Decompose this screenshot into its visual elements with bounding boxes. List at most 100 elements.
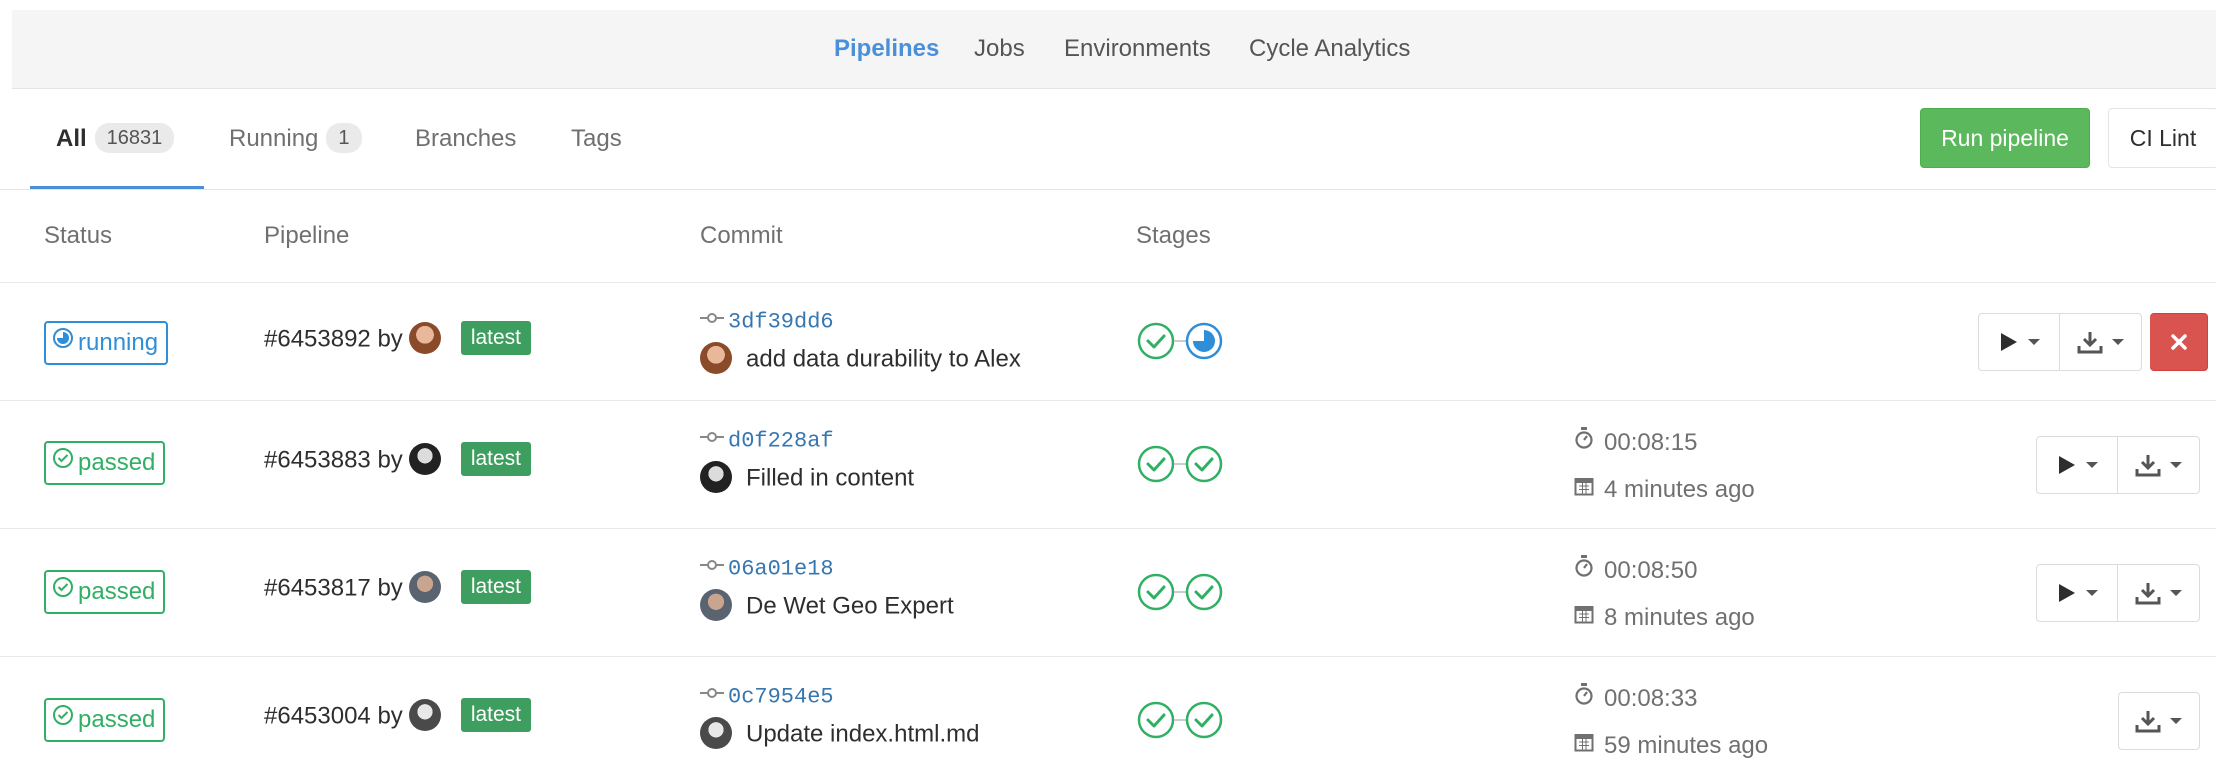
subnav-cycle-analytics[interactable]: Cycle Analytics: [1249, 10, 1410, 88]
row-actions: [2118, 692, 2200, 750]
avatar[interactable]: [408, 571, 441, 603]
pipeline-id-link[interactable]: #6453892: [264, 325, 371, 352]
pipeline-id-link[interactable]: #6453004: [264, 702, 371, 729]
play-dropdown-button[interactable]: [2036, 436, 2118, 494]
status-badge[interactable]: passed: [44, 570, 166, 614]
avatar[interactable]: [700, 461, 732, 494]
running-status-icon: [52, 322, 74, 362]
stage-running-button[interactable]: [1184, 321, 1224, 361]
header-status: Status: [44, 222, 113, 249]
stage-passed-button[interactable]: [1184, 572, 1224, 612]
download-artifacts-button[interactable]: [2060, 313, 2142, 371]
commit-icon: [700, 682, 724, 707]
header-stages: Stages: [1136, 222, 1211, 249]
commit-sha-link[interactable]: 06a01e18: [728, 556, 834, 581]
chevron-down-icon: [2111, 339, 2124, 345]
chevron-down-icon: [2169, 462, 2182, 468]
stage-passed-button[interactable]: [1184, 700, 1224, 740]
finished-time-text: 8 minutes ago: [1604, 604, 1755, 632]
play-dropdown-button[interactable]: [2036, 564, 2118, 622]
status-badge[interactable]: running: [44, 321, 169, 365]
download-icon: [2077, 332, 2102, 354]
table-row: passed #6453883 by latest d0f228af Filled…: [0, 401, 2216, 529]
avatar[interactable]: [408, 699, 441, 731]
status-badge[interactable]: passed: [44, 441, 166, 485]
calendar-icon: [1574, 731, 1594, 759]
pipeline-by-text: by: [377, 446, 403, 474]
subnav-pipelines[interactable]: Pipelines: [834, 10, 939, 88]
stage-passed-button[interactable]: [1136, 700, 1176, 740]
ci-lint-button[interactable]: CI Lint: [2108, 108, 2216, 168]
status-badge[interactable]: passed: [44, 698, 166, 742]
tab-tags[interactable]: Tags: [571, 89, 622, 189]
finished-time-text: 59 minutes ago: [1604, 732, 1769, 760]
subnav-environments[interactable]: Environments: [1064, 10, 1211, 88]
stage-passed-button[interactable]: [1136, 321, 1176, 361]
tab-running-label: Running: [229, 125, 319, 152]
duration-text: 00:08:15: [1604, 429, 1698, 456]
commit-message-link[interactable]: Filled in content: [746, 465, 914, 492]
commit-icon: [700, 426, 724, 451]
timing-cell: 00:08:33 59 minutes ago: [1574, 683, 1769, 761]
check-circle-icon: [52, 571, 74, 611]
pipeline-by-text: by: [377, 325, 403, 353]
play-dropdown-button[interactable]: [1978, 313, 2060, 371]
chevron-down-icon: [2086, 462, 2098, 468]
stage-passed-button[interactable]: [1136, 444, 1176, 484]
commit-message-link[interactable]: add data durability to Alex: [746, 346, 1021, 373]
subnav-jobs[interactable]: Jobs: [974, 10, 1025, 88]
pipeline-by-text: by: [377, 702, 403, 730]
download-artifacts-button[interactable]: [2118, 436, 2200, 494]
stage-passed-button[interactable]: [1184, 444, 1224, 484]
download-artifacts-button[interactable]: [2118, 692, 2200, 750]
pipeline-cell: #6453817 by latest: [264, 570, 532, 606]
row-actions: [2036, 436, 2200, 494]
pipeline-id-link[interactable]: #6453883: [264, 446, 371, 473]
status-text: passed: [78, 578, 156, 605]
tab-running-count-badge: 1: [326, 122, 362, 153]
check-circle-icon: [1137, 445, 1175, 483]
download-artifacts-button[interactable]: [2118, 564, 2200, 622]
status-text: passed: [78, 706, 156, 733]
pipelines-table-header: Status Pipeline Commit Stages: [0, 190, 2216, 283]
stage-passed-button[interactable]: [1136, 572, 1176, 612]
pipeline-cell: #6453892 by latest: [264, 321, 532, 357]
avatar[interactable]: [408, 322, 441, 354]
tab-all-label: All: [56, 125, 87, 152]
avatar[interactable]: [700, 589, 732, 622]
calendar-icon: [1574, 603, 1594, 631]
commit-message-link[interactable]: De Wet Geo Expert: [746, 593, 954, 620]
chevron-down-icon: [2028, 339, 2040, 345]
cancel-pipeline-button[interactable]: [2150, 313, 2208, 371]
check-circle-icon: [1185, 573, 1223, 611]
latest-label: latest: [460, 442, 532, 476]
status-text: passed: [78, 449, 156, 476]
status-text: running: [78, 329, 159, 356]
avatar[interactable]: [700, 342, 732, 375]
finished-time-text: 4 minutes ago: [1604, 476, 1755, 504]
play-icon: [2059, 456, 2075, 474]
commit-cell: d0f228af Filled in content: [700, 428, 914, 495]
pipeline-id-link[interactable]: #6453817: [264, 574, 371, 601]
duration-text: 00:08:33: [1604, 685, 1698, 712]
commit-cell: 06a01e18 De Wet Geo Expert: [700, 556, 954, 623]
tab-all[interactable]: All 16831: [56, 89, 175, 189]
stopwatch-icon: [1574, 683, 1594, 712]
commit-sha-link[interactable]: d0f228af: [728, 428, 834, 453]
avatar[interactable]: [408, 443, 441, 475]
check-circle-icon: [1185, 445, 1223, 483]
commit-sha-link[interactable]: 3df39dd6: [728, 309, 834, 334]
tab-branches[interactable]: Branches: [415, 89, 516, 189]
header-commit: Commit: [700, 222, 783, 249]
row-actions: [2036, 564, 2200, 622]
download-icon: [2135, 711, 2161, 733]
commit-icon: [700, 554, 724, 579]
run-pipeline-button[interactable]: Run pipeline: [1920, 108, 2090, 168]
latest-label: latest: [460, 698, 532, 732]
avatar[interactable]: [700, 717, 732, 750]
commit-message-link[interactable]: Update index.html.md: [746, 721, 979, 748]
commit-sha-link[interactable]: 0c7954e5: [728, 684, 834, 709]
header-pipeline: Pipeline: [264, 222, 350, 249]
table-row: passed #6453004 by latest 0c7954e5 Update…: [0, 657, 2216, 759]
tab-running[interactable]: Running 1: [229, 89, 362, 189]
